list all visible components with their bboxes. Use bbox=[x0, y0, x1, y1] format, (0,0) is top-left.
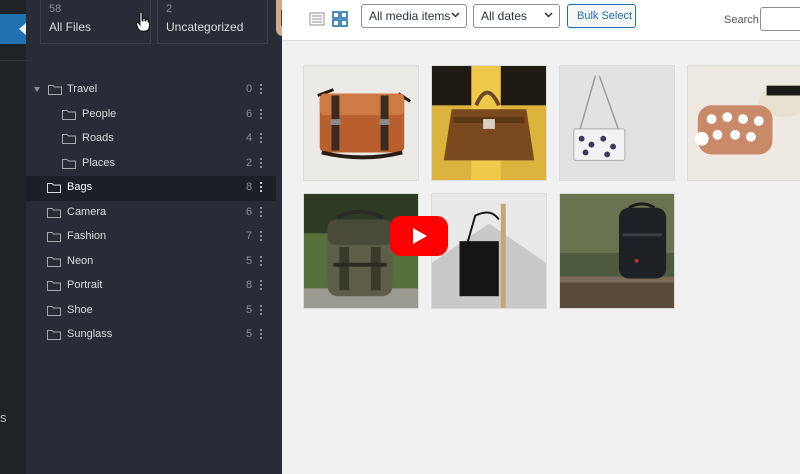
folder-icon bbox=[62, 109, 76, 120]
admin-menu-strip: s bbox=[0, 0, 26, 474]
grid-view-icon[interactable] bbox=[332, 11, 348, 27]
media-thumbnail-embroidered-purse[interactable] bbox=[559, 65, 675, 181]
folder-count: 7 bbox=[246, 230, 253, 242]
folder-item-roads[interactable]: Roads 4 bbox=[26, 127, 276, 152]
more-options-icon[interactable] bbox=[260, 255, 263, 268]
brown-handbag-image bbox=[432, 66, 546, 180]
all-files-label: All Files bbox=[49, 20, 92, 34]
folder-name: Camera bbox=[67, 205, 107, 218]
folder-panel: 58 All Files 2 Uncategorized Travel 0 Pe… bbox=[26, 0, 282, 474]
folder-name: People bbox=[82, 107, 117, 120]
media-type-filter-value: All media items bbox=[369, 9, 451, 23]
folder-item-neon[interactable]: Neon 5 bbox=[26, 250, 276, 275]
folder-name: Fashion bbox=[67, 230, 107, 242]
camera-backpack-image bbox=[560, 194, 674, 308]
folder-icon bbox=[47, 232, 61, 242]
list-view-icon[interactable] bbox=[309, 11, 325, 27]
folder-icon bbox=[47, 256, 61, 267]
embroidered-purse-image bbox=[560, 66, 674, 180]
folder-icon bbox=[47, 330, 61, 340]
more-options-icon[interactable] bbox=[260, 206, 263, 219]
expand-arrow-icon[interactable] bbox=[34, 87, 40, 92]
folder-item-travel[interactable]: Travel 0 bbox=[26, 78, 276, 103]
more-options-icon[interactable] bbox=[260, 108, 263, 121]
folder-count: 6 bbox=[246, 205, 253, 218]
admin-menu-icon[interactable]: s bbox=[0, 410, 8, 425]
folder-icon bbox=[47, 281, 61, 291]
active-pointer-icon bbox=[19, 23, 26, 35]
more-options-icon[interactable] bbox=[260, 182, 263, 194]
folder-count: 5 bbox=[246, 328, 253, 340]
folder-icon bbox=[47, 183, 61, 193]
folder-name: Sunglass bbox=[67, 328, 113, 340]
folder-count: 0 bbox=[246, 83, 253, 95]
hand-pointer-icon bbox=[136, 12, 150, 32]
media-thumbnail-brown-messenger-bag[interactable] bbox=[303, 65, 419, 181]
folder-icon bbox=[47, 207, 61, 218]
bulk-select-button[interactable]: Bulk Select bbox=[567, 4, 636, 28]
media-thumbnail-black-tote[interactable] bbox=[431, 193, 547, 309]
chevron-down-icon bbox=[544, 12, 553, 18]
folder-count: 5 bbox=[246, 303, 253, 316]
folder-icon bbox=[62, 134, 76, 144]
media-library: All media items All dates Bulk Select Se… bbox=[282, 0, 800, 474]
youtube-play-icon[interactable] bbox=[390, 216, 448, 256]
admin-menu-divider bbox=[0, 60, 26, 61]
more-options-icon[interactable] bbox=[260, 280, 263, 292]
folder-count: 2 bbox=[246, 156, 253, 169]
black-tote-image bbox=[432, 194, 546, 308]
folder-item-places[interactable]: Places 2 bbox=[26, 152, 276, 177]
folder-item-camera[interactable]: Camera 6 bbox=[26, 201, 276, 226]
folder-name: Places bbox=[82, 156, 116, 169]
folder-item-people[interactable]: People 6 bbox=[26, 103, 276, 128]
folder-icon bbox=[47, 305, 61, 316]
folder-count: 4 bbox=[246, 132, 253, 144]
search-input[interactable] bbox=[760, 7, 800, 31]
more-options-icon[interactable] bbox=[260, 157, 263, 170]
folder-name: Shoe bbox=[67, 303, 93, 316]
more-options-icon[interactable] bbox=[260, 84, 263, 96]
folder-name: Neon bbox=[67, 254, 94, 267]
folder-icon bbox=[62, 158, 76, 169]
folder-tree: Travel 0 People 6 Roads 4 Places 2 Bags … bbox=[26, 78, 282, 348]
folder-item-bags[interactable]: Bags 8 bbox=[26, 176, 276, 201]
folder-name: Roads bbox=[82, 132, 114, 144]
folder-item-sunglass[interactable]: Sunglass 5 bbox=[26, 323, 276, 348]
all-files-box[interactable]: 58 All Files bbox=[40, 0, 151, 44]
media-type-filter[interactable]: All media items bbox=[361, 4, 467, 28]
more-options-icon[interactable] bbox=[260, 304, 263, 317]
media-thumbnail-floral-crossbody[interactable] bbox=[687, 65, 800, 181]
media-thumbnail-camera-backpack[interactable] bbox=[559, 193, 675, 309]
folder-item-portrait[interactable]: Portrait 8 bbox=[26, 274, 276, 299]
uncategorized-label: Uncategorized bbox=[166, 20, 244, 34]
folder-name: Bags bbox=[67, 181, 93, 193]
admin-menu-active-item[interactable] bbox=[0, 14, 26, 44]
date-filter[interactable]: All dates bbox=[473, 4, 560, 28]
all-files-count: 58 bbox=[49, 3, 62, 15]
folder-count: 8 bbox=[246, 181, 253, 193]
floral-crossbody-image bbox=[688, 66, 800, 180]
search-label: Search bbox=[724, 14, 759, 26]
uncategorized-count: 2 bbox=[166, 3, 173, 15]
media-thumbnail-brown-handbag[interactable] bbox=[431, 65, 547, 181]
folder-count: 5 bbox=[246, 254, 253, 267]
more-options-icon[interactable] bbox=[260, 329, 263, 341]
chevron-down-icon bbox=[451, 12, 460, 18]
brown-messenger-bag-image bbox=[304, 66, 418, 180]
folder-name: Portrait bbox=[67, 279, 103, 291]
more-options-icon[interactable] bbox=[260, 133, 263, 145]
folder-item-fashion[interactable]: Fashion 7 bbox=[26, 225, 276, 250]
more-options-icon[interactable] bbox=[260, 231, 263, 243]
folder-count: 8 bbox=[246, 279, 253, 291]
folder-count: 6 bbox=[246, 107, 253, 120]
folder-icon bbox=[48, 85, 62, 95]
date-filter-value: All dates bbox=[481, 9, 528, 23]
uncategorized-box[interactable]: 2 Uncategorized bbox=[157, 0, 268, 44]
media-toolbar: All media items All dates Bulk Select Se… bbox=[282, 0, 800, 41]
folder-item-shoe[interactable]: Shoe 5 bbox=[26, 299, 276, 324]
folder-name: Travel bbox=[67, 83, 98, 95]
